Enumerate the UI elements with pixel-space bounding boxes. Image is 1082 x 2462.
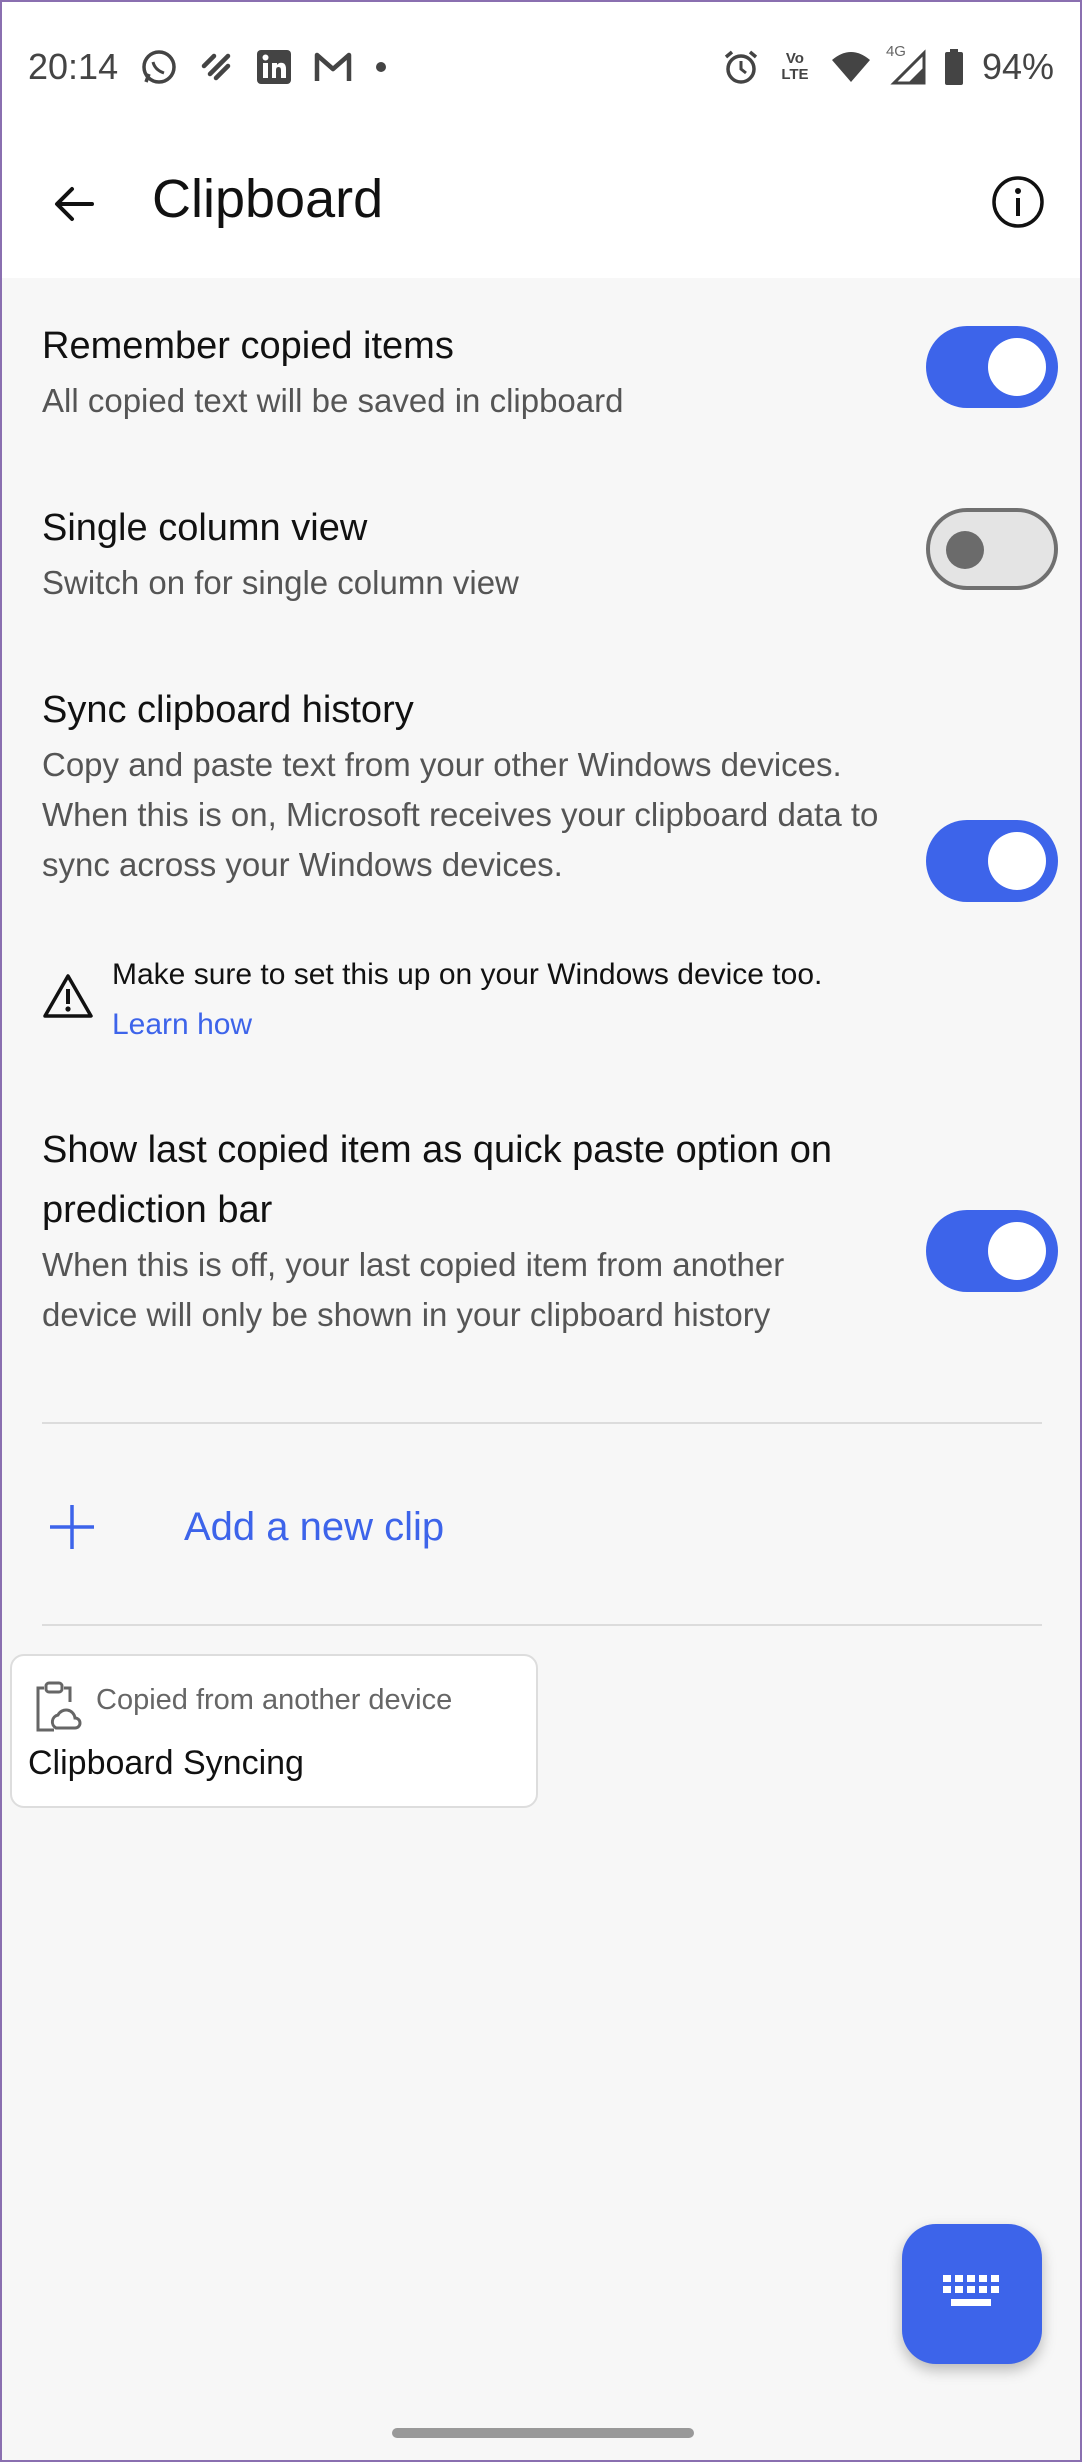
- wifi-icon: [830, 50, 872, 84]
- home-indicator[interactable]: [392, 2428, 694, 2438]
- setting-description: Copy and paste text from your other Wind…: [42, 746, 879, 883]
- toggle-knob: [946, 531, 984, 569]
- setting-title: Sync clipboard history: [42, 689, 414, 731]
- info-icon: [992, 176, 1044, 228]
- setting-remember-copied-items: Remember copied items All copied text wi…: [42, 316, 1042, 426]
- setting-description: Switch on for single column view: [42, 564, 519, 601]
- cloud-clipboard-icon: [30, 1680, 82, 1739]
- add-new-clip-label: Add a new clip: [184, 1504, 445, 1549]
- plus-icon: [42, 1497, 102, 1557]
- remember-copied-items-toggle[interactable]: [926, 326, 1058, 408]
- linkedin-icon: [256, 49, 292, 85]
- warning-icon: [42, 972, 94, 1025]
- setting-title: Single column view: [42, 507, 368, 549]
- alarm-icon: [722, 48, 760, 86]
- back-button[interactable]: [42, 172, 106, 236]
- volte-icon: Vo LTE: [781, 50, 809, 83]
- whatsapp-icon: [140, 48, 178, 86]
- page-title: Clipboard: [152, 169, 384, 229]
- keyboard-icon: [943, 2275, 999, 2306]
- setting-quick-paste-option: Show last copied item as quick paste opt…: [42, 1120, 1042, 1340]
- toggle-knob: [988, 832, 1046, 890]
- setting-sync-clipboard-history: Sync clipboard history Copy and paste te…: [42, 680, 1042, 890]
- toggle-knob: [988, 338, 1046, 396]
- app-icon: [200, 50, 234, 84]
- warning-text: Make sure to set this up on your Windows…: [112, 958, 823, 991]
- setting-title: Remember copied items: [42, 325, 454, 367]
- back-arrow-icon: [55, 187, 94, 221]
- setting-description: All copied text will be saved in clipboa…: [42, 382, 624, 419]
- battery-percent: 94%: [981, 46, 1054, 87]
- add-new-clip-button[interactable]: Add a new clip: [42, 1492, 444, 1562]
- single-column-view-toggle[interactable]: [926, 508, 1058, 590]
- battery-icon: [944, 49, 964, 85]
- clip-source-label: Copied from another device: [96, 1684, 453, 1716]
- clip-card[interactable]: Copied from another device Clipboard Syn…: [10, 1654, 538, 1808]
- signal-icon: 4G: [886, 43, 926, 85]
- app-bar: Clipboard: [2, 132, 1080, 278]
- divider: [42, 1624, 1042, 1626]
- keyboard-button[interactable]: [902, 2224, 1042, 2364]
- setting-single-column-view: Single column view Switch on for single …: [42, 498, 1042, 608]
- setting-title: Show last copied item as quick paste opt…: [42, 1129, 833, 1231]
- quick-paste-option-toggle[interactable]: [926, 1210, 1058, 1292]
- clip-text: Clipboard Syncing: [28, 1744, 304, 1782]
- sync-clipboard-history-toggle[interactable]: [926, 820, 1058, 902]
- dot-icon: [374, 60, 388, 74]
- status-bar: 20:14 Vo LTE 4G 94%: [2, 2, 1080, 132]
- info-button[interactable]: [986, 170, 1050, 234]
- status-time: 20:14: [28, 46, 119, 87]
- setting-description: When this is off, your last copied item …: [42, 1246, 785, 1333]
- learn-how-link[interactable]: Learn how: [112, 1000, 252, 1050]
- divider: [42, 1422, 1042, 1424]
- gmail-icon: [314, 51, 352, 83]
- toggle-knob: [988, 1222, 1046, 1280]
